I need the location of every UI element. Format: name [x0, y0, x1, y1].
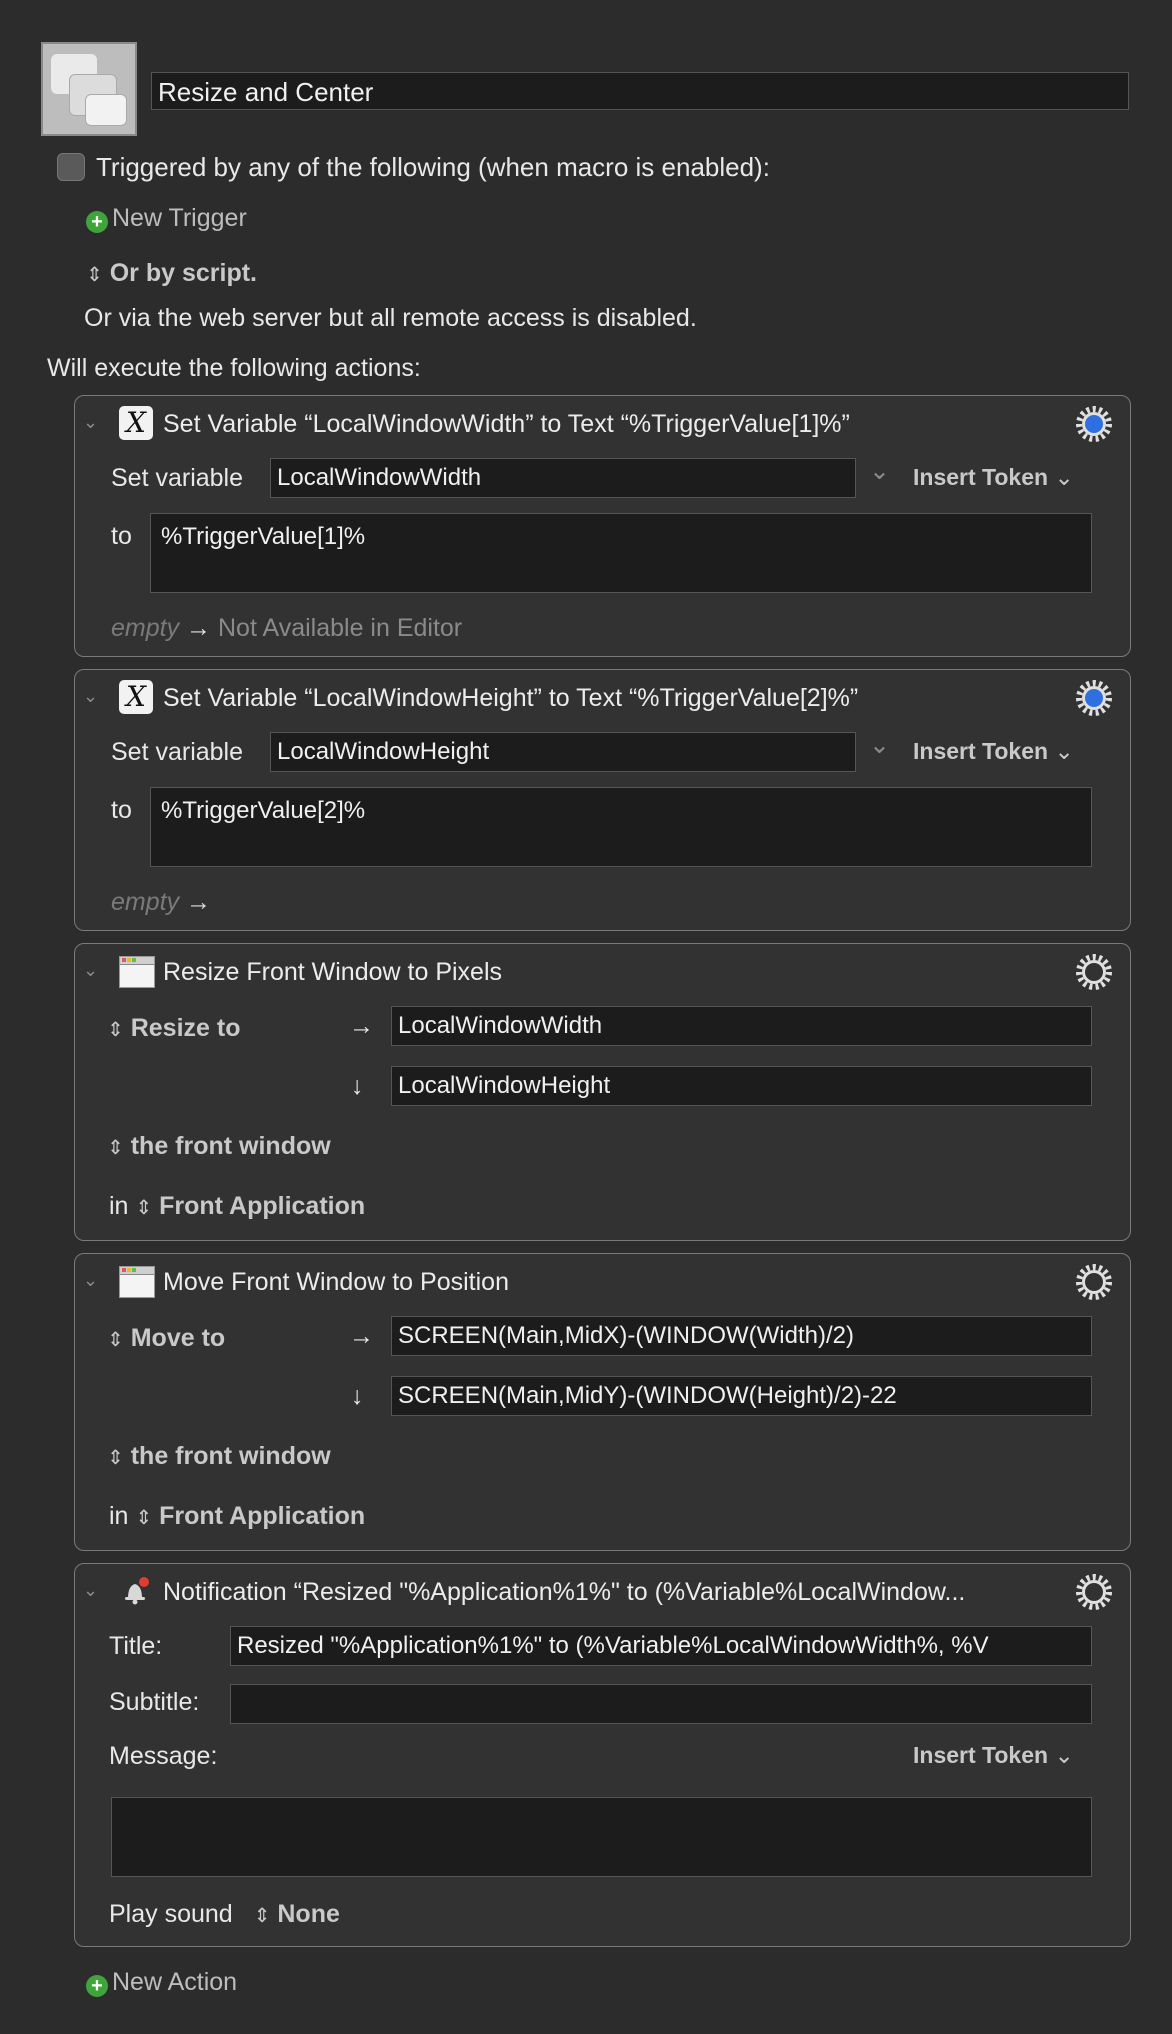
application-row: in ⇕ Front Application [109, 1192, 366, 1220]
arrow-right-icon: → [186, 888, 212, 916]
web-server-note: Or via the web server but all remote acc… [84, 304, 697, 332]
subtitle-label: Subtitle: [109, 1688, 200, 1716]
chevron-down-icon: ⌄ [1054, 1742, 1074, 1768]
trigger-checkbox[interactable] [57, 153, 85, 181]
chevron-down-icon[interactable]: ⌄ [869, 730, 890, 760]
updown-icon: ⇕ [107, 1329, 124, 1351]
action-title: Set Variable “LocalWindowHeight” to Text… [163, 684, 859, 712]
chevron-down-icon[interactable]: ⌄ [869, 456, 890, 486]
variable-name-field[interactable]: LocalWindowHeight [270, 732, 856, 772]
updown-icon: ⇕ [86, 264, 103, 286]
gear-icon[interactable] [1074, 404, 1114, 444]
variable-name-field[interactable]: LocalWindowWidth [270, 458, 856, 498]
updown-icon: ⇕ [135, 1507, 153, 1529]
arrow-right-icon: → [349, 1322, 374, 1350]
new-action-button[interactable]: + New Action [86, 1968, 237, 1997]
updown-icon: ⇕ [107, 1019, 124, 1041]
trigger-label: Triggered by any of the following (when … [96, 152, 770, 182]
sound-popup[interactable]: ⇕ None [254, 1900, 340, 1928]
gear-icon[interactable] [1074, 1572, 1114, 1612]
application-popup[interactable]: ⇕ Front Application [135, 1192, 365, 1220]
chevron-down-icon: ⌄ [1054, 738, 1074, 764]
variable-icon: X [119, 406, 153, 440]
action-title: Set Variable “LocalWindowWidth” to Text … [163, 410, 850, 438]
updown-icon: ⇕ [107, 1447, 124, 1469]
to-label: to [111, 522, 132, 550]
macro-icon[interactable] [41, 42, 137, 136]
chevron-down-icon: ⌄ [1054, 464, 1074, 490]
action-title: Notification “Resized "%Application%1%" … [163, 1578, 966, 1606]
plus-icon: + [86, 1975, 108, 1997]
resize-mode-popup[interactable]: ⇕ Resize to [107, 1014, 240, 1043]
application-popup[interactable]: ⇕ Front Application [135, 1502, 365, 1530]
window-icon [119, 956, 155, 988]
disclosure-icon[interactable]: ⌄ [83, 1270, 98, 1291]
disclosure-icon[interactable]: ⌄ [83, 960, 98, 981]
window-icon [119, 1266, 155, 1298]
window-target-popup[interactable]: ⇕ the front window [107, 1442, 331, 1471]
text-field[interactable]: %TriggerValue[1]% [150, 513, 1092, 593]
arrow-down-icon: ↓ [351, 1072, 364, 1100]
title-label: Title: [109, 1632, 163, 1660]
action-title: Move Front Window to Position [163, 1268, 509, 1296]
insert-token-button[interactable]: Insert Token ⌄ [913, 738, 1074, 765]
action-set-variable-width[interactable]: ⌄ X Set Variable “LocalWindowWidth” to T… [74, 395, 1131, 657]
updown-icon: ⇕ [107, 1137, 124, 1159]
arrow-right-icon: → [349, 1012, 374, 1040]
window-target-popup[interactable]: ⇕ the front window [107, 1132, 331, 1161]
height-field[interactable]: LocalWindowHeight [391, 1066, 1092, 1106]
action-move-window[interactable]: ⌄ Move Front Window to Position ⇕ Move t… [74, 1253, 1131, 1551]
notification-subtitle-field[interactable] [230, 1684, 1092, 1724]
arrow-right-icon: → [186, 614, 212, 642]
x-field[interactable]: SCREEN(Main,MidX)-(WINDOW(Width)/2) [391, 1316, 1092, 1356]
insert-token-button[interactable]: Insert Token ⌄ [913, 1742, 1074, 1769]
plus-icon: + [86, 211, 108, 233]
variable-icon: X [119, 680, 153, 714]
y-field[interactable]: SCREEN(Main,MidY)-(WINDOW(Height)/2)-22 [391, 1376, 1092, 1416]
application-row: in ⇕ Front Application [109, 1502, 366, 1530]
set-variable-label: Set variable [111, 464, 244, 492]
width-field[interactable]: LocalWindowWidth [391, 1006, 1092, 1046]
updown-icon: ⇕ [135, 1197, 153, 1219]
disclosure-icon[interactable]: ⌄ [83, 412, 98, 433]
notification-message-field[interactable] [111, 1797, 1092, 1877]
action-resize-window[interactable]: ⌄ Resize Front Window to Pixels ⇕ Resize… [74, 943, 1131, 1241]
result-line: empty → Not Available in Editor [111, 614, 463, 642]
bell-icon [125, 1577, 149, 1605]
insert-token-button[interactable]: Insert Token ⌄ [913, 464, 1074, 491]
new-trigger-button[interactable]: + New Trigger [86, 204, 247, 233]
to-label: to [111, 796, 132, 824]
gear-icon[interactable] [1074, 1262, 1114, 1302]
notification-title-field[interactable]: Resized "%Application%1%" to (%Variable%… [230, 1626, 1092, 1666]
move-mode-popup[interactable]: ⇕ Move to [107, 1324, 225, 1353]
action-notification[interactable]: ⌄ Notification “Resized "%Application%1%… [74, 1563, 1131, 1947]
updown-icon: ⇕ [253, 1905, 271, 1927]
or-by-script-popup[interactable]: ⇕ Or by script. [86, 259, 257, 288]
message-label: Message: [109, 1742, 218, 1770]
gear-icon[interactable] [1074, 952, 1114, 992]
disclosure-icon[interactable]: ⌄ [83, 1580, 98, 1601]
play-sound-row: Play sound ⇕ None [109, 1900, 340, 1928]
gear-icon[interactable] [1074, 678, 1114, 718]
macro-name-field[interactable]: Resize and Center [151, 72, 1129, 110]
result-line: empty → [111, 888, 212, 916]
action-set-variable-height[interactable]: ⌄ X Set Variable “LocalWindowHeight” to … [74, 669, 1131, 931]
action-title: Resize Front Window to Pixels [163, 958, 503, 986]
disclosure-icon[interactable]: ⌄ [83, 686, 98, 707]
will-execute-label: Will execute the following actions: [47, 354, 421, 382]
arrow-down-icon: ↓ [351, 1382, 364, 1410]
set-variable-label: Set variable [111, 738, 244, 766]
text-field[interactable]: %TriggerValue[2]% [150, 787, 1092, 867]
